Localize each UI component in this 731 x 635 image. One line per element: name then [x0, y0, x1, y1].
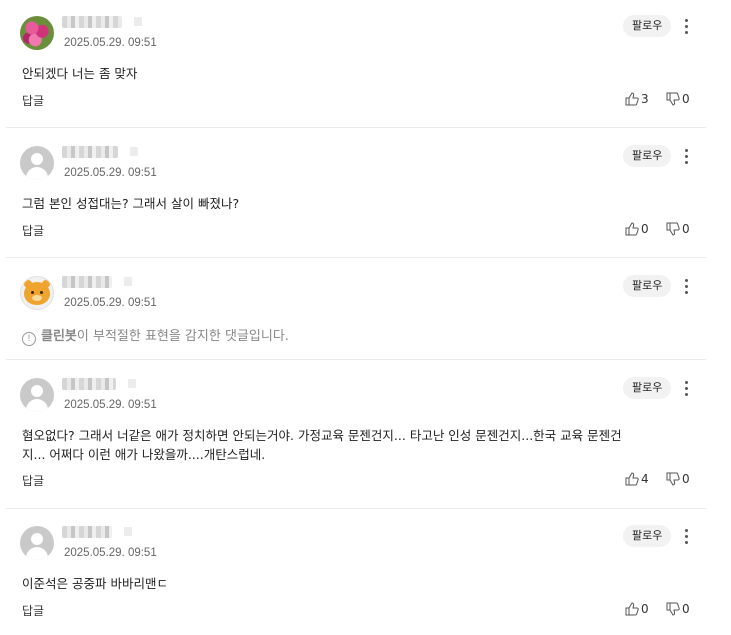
- thumbs-down-icon: [666, 222, 680, 236]
- reply-button[interactable]: 답글: [22, 92, 44, 109]
- comment-timestamp: 2025.05.29. 09:51: [64, 37, 157, 49]
- comment-item: 2025.05.29. 09:51 팔로우 안되겠다 너는 좀 맞자 답글 3 …: [6, 15, 706, 128]
- thumbs-up-icon: [625, 222, 639, 236]
- username-masked[interactable]: [62, 378, 136, 390]
- comment-text-line: 혐오없다? 그래서 너같은 애가 정치하면 안되는거야. 가정교육 문젠건지..…: [22, 428, 622, 443]
- follow-button[interactable]: 팔로우: [623, 275, 672, 297]
- thumbs-down-icon: [666, 92, 680, 106]
- username-masked[interactable]: [62, 276, 132, 288]
- like-count: 4: [641, 472, 649, 486]
- follow-button[interactable]: 팔로우: [623, 15, 672, 37]
- more-options-icon[interactable]: [676, 525, 696, 547]
- comment-item: 2025.05.29. 09:51 팔로우 ! 클린봇이 부적절한 표현을 감지한…: [6, 275, 706, 360]
- cleanbot-notice: ! 클린봇이 부적절한 표현을 감지한 댓글입니다.: [22, 325, 289, 346]
- more-options-icon[interactable]: [676, 145, 696, 167]
- comment-text: 이준석은 공중파 바바리맨ㄷ: [22, 576, 168, 591]
- like-count: 0: [641, 602, 649, 616]
- more-options-icon[interactable]: [676, 15, 696, 37]
- follow-button[interactable]: 팔로우: [623, 145, 672, 167]
- dislike-count: 0: [682, 472, 690, 486]
- more-options-icon[interactable]: [676, 275, 696, 297]
- username-masked[interactable]: [62, 146, 138, 158]
- user-avatar[interactable]: [20, 146, 54, 180]
- follow-button[interactable]: 팔로우: [623, 377, 672, 399]
- more-options-icon[interactable]: [676, 377, 696, 399]
- user-avatar[interactable]: [20, 276, 54, 310]
- user-avatar[interactable]: [20, 16, 54, 50]
- like-button[interactable]: 3: [625, 92, 649, 106]
- comment-item: 2025.05.29. 09:51 팔로우 혐오없다? 그래서 너같은 애가 정…: [6, 377, 706, 509]
- like-button[interactable]: 4: [625, 472, 649, 486]
- dislike-count: 0: [682, 222, 690, 236]
- thumbs-up-icon: [625, 92, 639, 106]
- comment-timestamp: 2025.05.29. 09:51: [64, 167, 157, 179]
- like-count: 0: [641, 222, 649, 236]
- reply-button[interactable]: 답글: [22, 472, 44, 489]
- comment-text: 그럼 본인 성접대는? 그래서 살이 빠졌나?: [22, 196, 240, 211]
- comment-text-line: 지... 어쩌다 이런 애가 나왔을까....개탄스럽네.: [22, 447, 266, 462]
- follow-button[interactable]: 팔로우: [623, 525, 672, 547]
- user-avatar[interactable]: [20, 378, 54, 412]
- thumbs-up-icon: [625, 472, 639, 486]
- username-masked[interactable]: [62, 526, 132, 538]
- dislike-count: 0: [682, 602, 690, 616]
- warning-icon: !: [22, 332, 36, 346]
- dislike-button[interactable]: 0: [666, 92, 690, 106]
- cleanbot-name: 클린봇: [41, 329, 77, 344]
- thumbs-down-icon: [666, 472, 680, 486]
- comment-item: 2025.05.29. 09:51 팔로우 그럼 본인 성접대는? 그래서 살이…: [6, 145, 706, 258]
- like-button[interactable]: 0: [625, 602, 649, 616]
- comment-item: 2025.05.29. 09:51 팔로우 이준석은 공중파 바바리맨ㄷ 답글 …: [6, 525, 706, 635]
- thumbs-up-icon: [625, 602, 639, 616]
- reply-button[interactable]: 답글: [22, 222, 44, 239]
- cleanbot-message: 이 부적절한 표현을 감지한 댓글입니다.: [76, 329, 289, 344]
- dislike-button[interactable]: 0: [666, 602, 690, 616]
- like-button[interactable]: 0: [625, 222, 649, 236]
- comment-timestamp: 2025.05.29. 09:51: [64, 399, 157, 411]
- comment-timestamp: 2025.05.29. 09:51: [64, 547, 157, 559]
- thumbs-down-icon: [666, 602, 680, 616]
- comment-text: 혐오없다? 그래서 너같은 애가 정치하면 안되는거야. 가정교육 문젠건지..…: [22, 426, 682, 464]
- comment-text: 안되겠다 너는 좀 맞자: [22, 66, 138, 81]
- like-count: 3: [641, 92, 649, 106]
- dislike-button[interactable]: 0: [666, 472, 690, 486]
- dislike-button[interactable]: 0: [666, 222, 690, 236]
- username-masked[interactable]: [62, 16, 142, 28]
- dislike-count: 0: [682, 92, 690, 106]
- user-avatar[interactable]: [20, 526, 54, 560]
- reply-button[interactable]: 답글: [22, 602, 44, 619]
- comment-timestamp: 2025.05.29. 09:51: [64, 297, 157, 309]
